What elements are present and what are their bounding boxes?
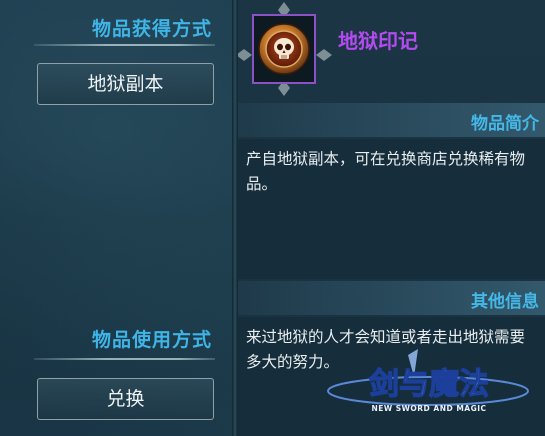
- use-method-title: 物品使用方式: [91, 329, 212, 351]
- other-info-header: 其他信息: [238, 281, 545, 315]
- exchange-button[interactable]: 兑换: [37, 378, 214, 420]
- logo-emblem: 剑与魔法 NEW SWORD AND MAGIC: [327, 349, 529, 413]
- acquire-button[interactable]: 地狱副本: [37, 63, 214, 105]
- intro-text: 产自地狱副本，可在兑换商店兑换稀有物品。: [238, 139, 545, 279]
- item-info-screen: 物品获得方式 地狱副本 物品使用方式 兑换 地狱印记 物品简介 产自地狱副本，可…: [0, 0, 545, 436]
- item-icon-frame[interactable]: [252, 14, 316, 84]
- item-name: 地狱印记: [338, 29, 418, 53]
- intro-header: 物品简介: [238, 103, 545, 137]
- left-panel: 物品获得方式 地狱副本 物品使用方式 兑换: [0, 0, 232, 436]
- game-logo: 剑与魔法 NEW SWORD AND MAGIC: [318, 347, 540, 427]
- acquire-method-title: 物品获得方式: [91, 18, 212, 40]
- skull-medallion-icon: [258, 23, 310, 75]
- logo-subtitle: NEW SWORD AND MAGIC: [371, 404, 486, 413]
- divider: [34, 358, 215, 360]
- intro-title: 物品简介: [471, 114, 539, 134]
- other-info-title: 其他信息: [471, 292, 539, 312]
- divider: [34, 44, 215, 46]
- logo-title: 剑与魔法: [369, 367, 489, 402]
